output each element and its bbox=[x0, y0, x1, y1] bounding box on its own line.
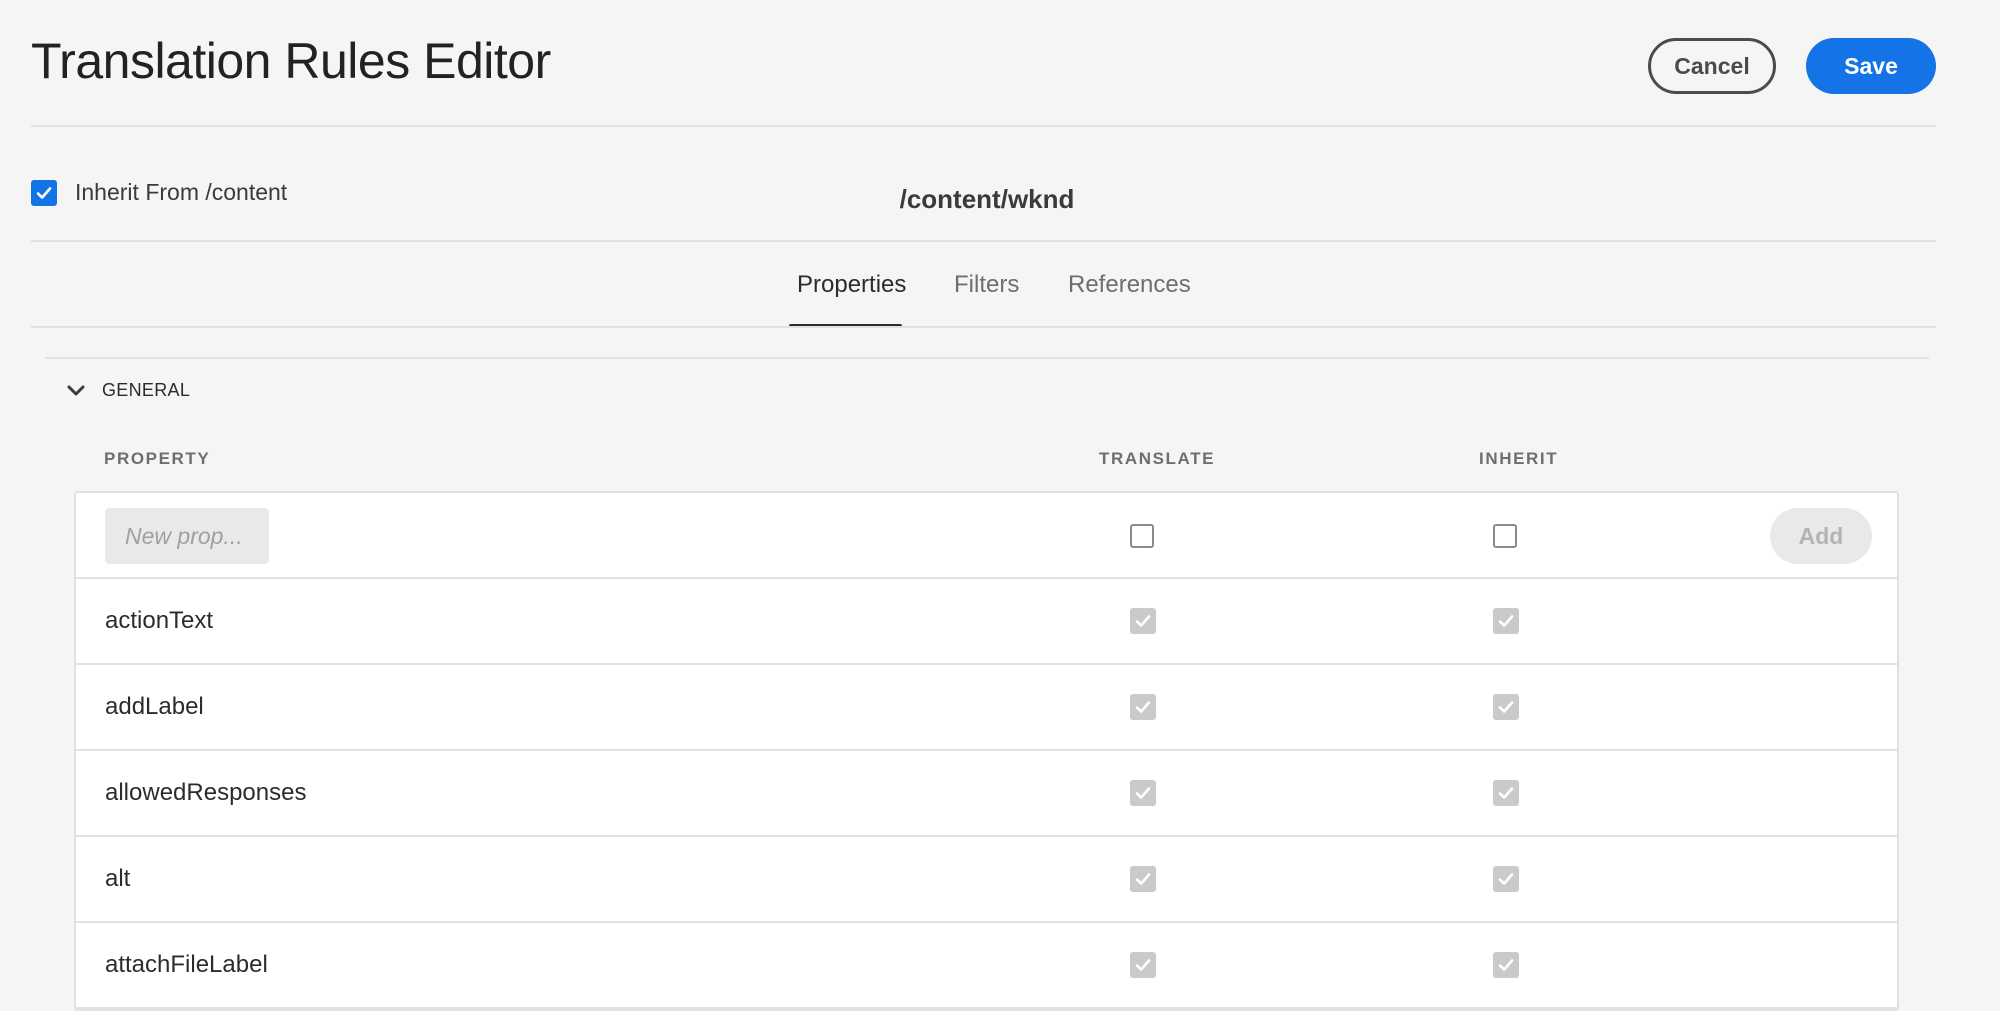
table-row: actionText bbox=[76, 579, 1897, 665]
property-name: allowedResponses bbox=[105, 779, 307, 806]
translate-checkbox bbox=[1130, 780, 1156, 806]
new-property-row: Add bbox=[76, 493, 1897, 579]
cancel-button[interactable]: Cancel bbox=[1648, 38, 1776, 94]
new-property-input[interactable] bbox=[105, 508, 269, 564]
table-row: attachFileLabel bbox=[76, 923, 1897, 1009]
path-divider bbox=[31, 240, 1936, 242]
checkmark-icon bbox=[1135, 959, 1151, 971]
translate-checkbox bbox=[1130, 608, 1156, 634]
tab-filters[interactable]: Filters bbox=[954, 270, 1019, 326]
checkmark-icon bbox=[1135, 787, 1151, 799]
inherit-checkbox[interactable] bbox=[31, 179, 57, 206]
tabs-divider bbox=[31, 326, 1936, 328]
save-button[interactable]: Save bbox=[1806, 38, 1936, 94]
property-name: actionText bbox=[105, 607, 214, 634]
tab-bar: Properties Filters References bbox=[0, 270, 2000, 330]
checkmark-icon bbox=[1498, 787, 1514, 799]
translate-checkbox bbox=[1130, 866, 1156, 892]
section-general-toggle[interactable]: GENERAL bbox=[66, 380, 190, 401]
column-header-inherit: INHERIT bbox=[1479, 449, 1559, 468]
header-divider bbox=[31, 125, 1936, 127]
checkmark-icon bbox=[1498, 959, 1514, 971]
property-name: attachFileLabel bbox=[105, 951, 268, 978]
translate-checkbox bbox=[1130, 694, 1156, 720]
section-divider bbox=[45, 357, 1929, 359]
tab-references[interactable]: References bbox=[1068, 270, 1191, 326]
chevron-down-icon bbox=[67, 385, 85, 395]
property-name: alt bbox=[105, 865, 131, 892]
table-row: alt bbox=[76, 837, 1897, 923]
section-label: GENERAL bbox=[102, 380, 191, 400]
inherit-checkbox bbox=[1493, 952, 1519, 978]
new-translate-checkbox[interactable] bbox=[1130, 524, 1154, 548]
inherit-checkbox bbox=[1493, 694, 1519, 720]
checkmark-icon bbox=[1498, 873, 1514, 885]
inherit-checkbox bbox=[1493, 608, 1519, 634]
add-button[interactable]: Add bbox=[1770, 508, 1872, 564]
checkmark-icon bbox=[1135, 873, 1151, 885]
content-path: /content/wknd bbox=[899, 184, 1075, 214]
properties-table: Add actionText addLabel allowedResponses… bbox=[74, 491, 1899, 1011]
new-inherit-checkbox[interactable] bbox=[1493, 524, 1517, 548]
inherit-label: Inherit From /content bbox=[75, 179, 288, 205]
inherit-checkbox bbox=[1493, 780, 1519, 806]
checkmark-icon bbox=[1498, 701, 1514, 713]
table-row: allowedResponses bbox=[76, 751, 1897, 837]
property-name: addLabel bbox=[105, 693, 204, 720]
column-header-translate: TRANSLATE bbox=[1099, 449, 1216, 468]
page-title: Translation Rules Editor bbox=[31, 33, 551, 89]
tab-properties[interactable]: Properties bbox=[797, 270, 906, 326]
checkmark-icon bbox=[1498, 615, 1514, 627]
translate-checkbox bbox=[1130, 952, 1156, 978]
checkmark-icon bbox=[1135, 615, 1151, 627]
checkmark-icon bbox=[1135, 701, 1151, 713]
table-row: addLabel bbox=[76, 665, 1897, 751]
checkmark-icon bbox=[36, 186, 52, 199]
inherit-checkbox-row[interactable]: Inherit From /content bbox=[31, 179, 287, 206]
inherit-checkbox bbox=[1493, 866, 1519, 892]
column-header-property: PROPERTY bbox=[104, 449, 211, 468]
